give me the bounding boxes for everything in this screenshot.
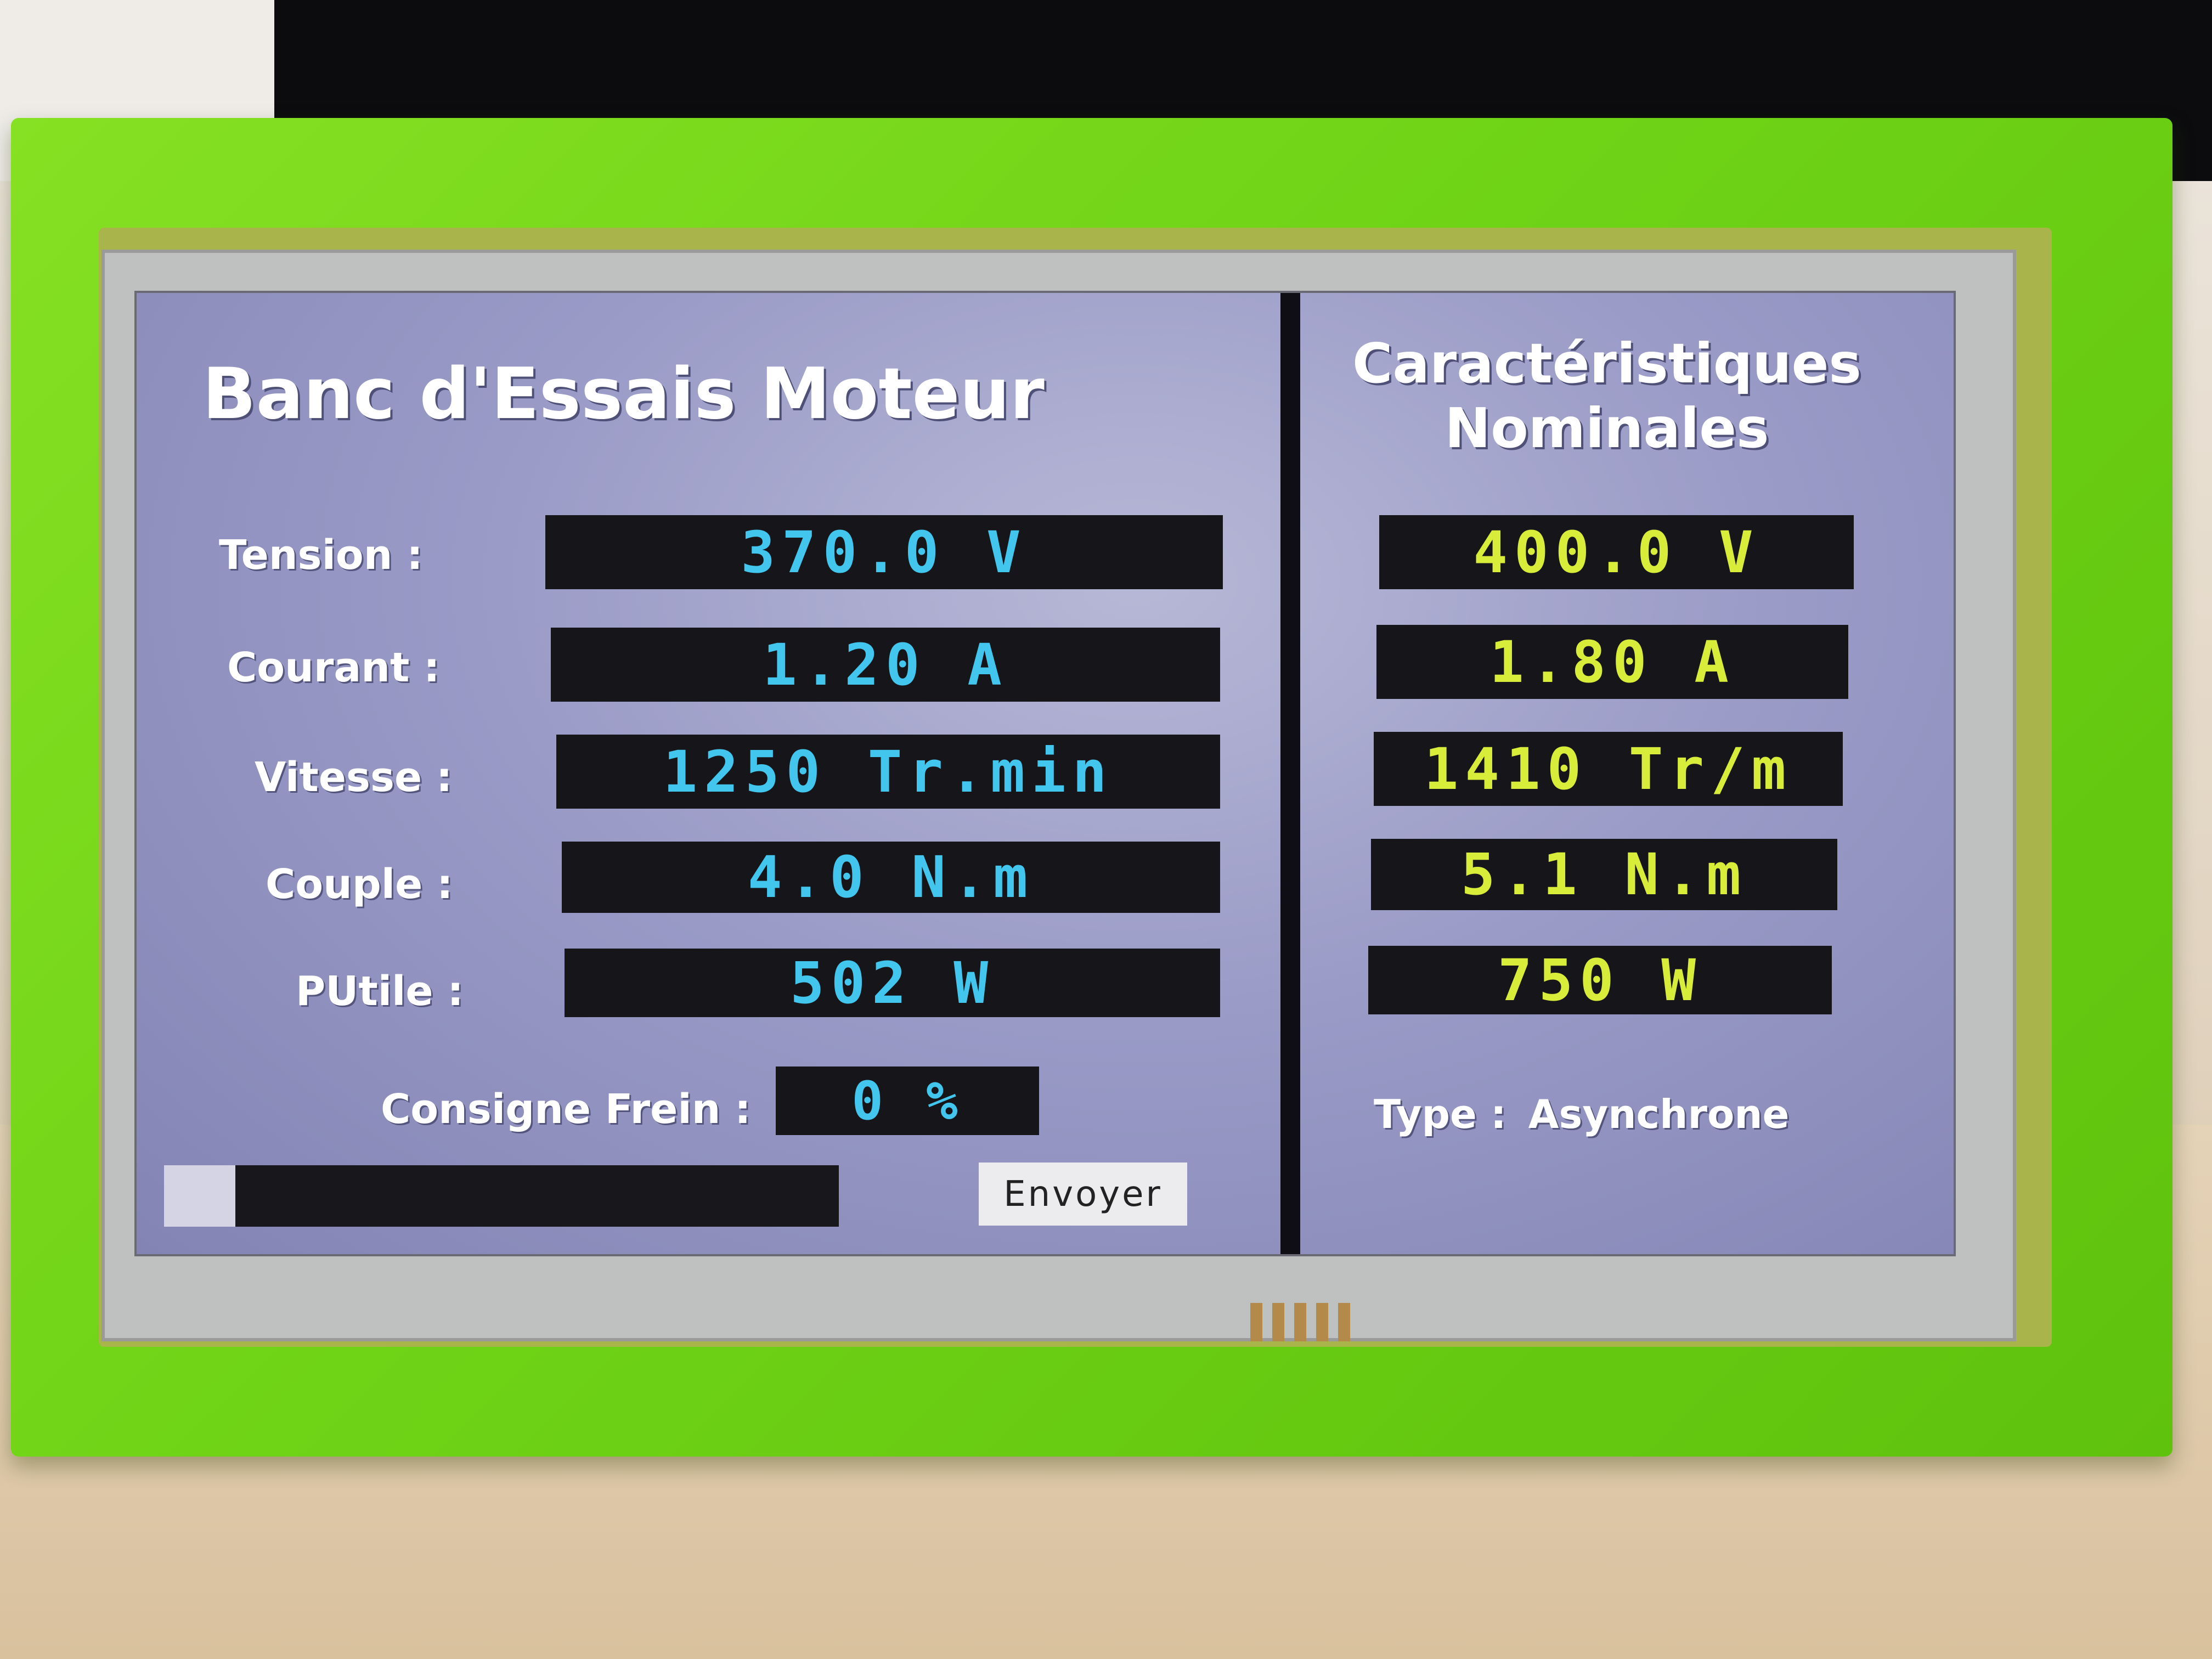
brake-slider[interactable]: [164, 1165, 839, 1227]
consigne-frein-label: Consigne Frein :: [381, 1086, 751, 1133]
motor-type-label: Type :: [1374, 1091, 1506, 1137]
touch-panel-connector: [1234, 1303, 1366, 1341]
panel-divider: [1280, 293, 1300, 1254]
nominal-putile-value: 750 W: [1368, 946, 1832, 1014]
nominal-vitesse-value: 1410 Tr/m: [1374, 732, 1843, 806]
hmi-screen: Banc d'Essais Moteur Caractéristiques No…: [134, 291, 1956, 1256]
motor-type: Type : Asynchrone: [1374, 1091, 1790, 1137]
nominal-couple-value: 5.1 N.m: [1371, 839, 1837, 910]
nominal-title-line2: Nominales: [1444, 396, 1769, 460]
nominal-courant-value: 1.80 A: [1376, 625, 1848, 699]
tension-value: 370.0 V: [545, 515, 1223, 589]
nominal-title-line1: Caractéristiques: [1352, 331, 1861, 396]
motor-type-value: Asynchrone: [1528, 1091, 1790, 1137]
page-title: Banc d'Essais Moteur: [202, 353, 1045, 435]
nominal-tension-value: 400.0 V: [1379, 515, 1854, 589]
couple-value: 4.0 N.m: [562, 842, 1220, 913]
courant-value: 1.20 A: [551, 628, 1220, 702]
putile-value: 502 W: [565, 949, 1220, 1017]
send-button[interactable]: Envoyer: [979, 1163, 1187, 1226]
vitesse-value: 1250 Tr.min: [556, 735, 1220, 809]
nominal-panel-title: Caractéristiques Nominales: [1305, 331, 1909, 461]
brake-slider-handle[interactable]: [164, 1165, 235, 1227]
consigne-frein-value: 0 %: [776, 1066, 1039, 1135]
